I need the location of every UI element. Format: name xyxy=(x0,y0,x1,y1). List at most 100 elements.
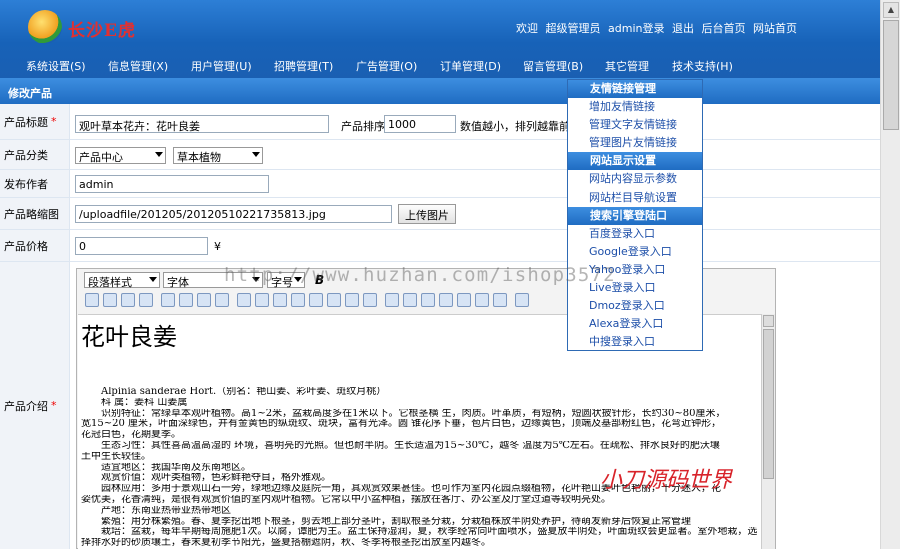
content-line: 生态习性：其性喜高温高湿的 环境，喜明亮的光照。但也耐半阴。生长适温为15~30… xyxy=(101,440,720,451)
main-nav: 系统设置(S) 信息管理(X) 用户管理(U) 招聘管理(T) 广告管理(O) … xyxy=(0,55,880,77)
title-input[interactable]: 观叶草本花卉：花叶良姜 xyxy=(75,115,329,133)
map-icon[interactable] xyxy=(385,293,399,307)
nav-ad-management[interactable]: 广告管理(O) xyxy=(356,58,417,74)
menu-item-zhongsou[interactable]: 中搜登录入口 xyxy=(568,333,702,351)
content-line: 栽培：盆栽，每年早期每周施肥1次。以腐，谭肥为主。盆土保持湿润，夏，秋季经常向叶… xyxy=(101,527,758,538)
unlink-icon[interactable] xyxy=(327,293,341,307)
price-label: 产品价格 xyxy=(0,230,70,261)
upload-image-button[interactable]: 上传图片 xyxy=(398,204,456,224)
content-line: 宽15~20 厘米，叶面深绿色，并有金黄色的纵斑纹、斑块，富有光泽。圆 锥花序下… xyxy=(81,419,722,430)
menu-item-baidu[interactable]: 百度登录入口 xyxy=(568,225,702,243)
content-line: 择排水好的砂质壤土，春末夏初季节阳光，盛夏搭棚遮阴，秋、冬季将根茎挖出放室内越冬… xyxy=(81,538,491,549)
nav-tech-support[interactable]: 技术支持(H) xyxy=(672,58,733,74)
chevron-down-icon xyxy=(252,152,260,157)
nav-message-management[interactable]: 留言管理(B) xyxy=(523,58,583,74)
special-char-icon[interactable] xyxy=(403,293,417,307)
content-line: 识别特征：常绿草本观叶植物。高1~2米，盆栽高度多在1米以下。它根茎横 生，肉质… xyxy=(101,408,726,419)
category-label: 产品分类 xyxy=(0,140,70,169)
form-row-title: 产品标题 * 观叶草本花卉：花叶良姜 产品排序 1000 数值越小，排列越靠前 xyxy=(0,104,880,140)
menu-header-search-engines: 搜索引擎登陆口 xyxy=(568,206,702,225)
category-sub-select[interactable]: 草本植物 xyxy=(173,147,263,164)
excel-icon[interactable] xyxy=(439,293,453,307)
content-line: 科 属：姜科 山姜属 xyxy=(101,397,188,408)
table-icon[interactable] xyxy=(237,293,251,307)
menu-item-alexa[interactable]: Alexa登录入口 xyxy=(568,315,702,333)
grid-icon[interactable] xyxy=(493,293,507,307)
menu-item-add-friend-link[interactable]: 增加友情链接 xyxy=(568,98,702,116)
menu-item-nav-settings[interactable]: 网站栏目导航设置 xyxy=(568,189,702,207)
author-label: 发布作者 xyxy=(0,170,70,197)
menu-item-image-links[interactable]: 管理图片友情链接 xyxy=(568,134,702,152)
other-management-menu: 友情链接管理 增加友情链接 管理文字友情链接 管理图片友情链接 网站显示设置 网… xyxy=(567,79,703,351)
author-input[interactable]: admin xyxy=(75,175,269,193)
menu-item-content-params[interactable]: 网站内容显示参数 xyxy=(568,170,702,188)
media-icon[interactable] xyxy=(121,293,135,307)
site-home-link[interactable]: 网站首页 xyxy=(753,22,797,35)
title-label: 产品标题 * xyxy=(0,104,70,139)
logo: 长沙E虎 xyxy=(28,10,158,44)
price-input[interactable]: 0 xyxy=(75,237,208,255)
section-title: 修改产品 xyxy=(0,78,880,104)
editor-scrollbar[interactable] xyxy=(761,314,775,549)
thumbnail-label: 产品略缩图 xyxy=(0,198,70,229)
category-main-select[interactable]: 产品中心 xyxy=(75,147,166,164)
scroll-thumb[interactable] xyxy=(883,20,899,130)
logout-link[interactable]: 退出 xyxy=(672,22,694,35)
user-login-text: admin登录 xyxy=(608,22,665,35)
editor-scroll-thumb[interactable] xyxy=(763,329,774,479)
time-icon[interactable] xyxy=(475,293,489,307)
price-unit: ¥ xyxy=(214,240,221,253)
chevron-down-icon xyxy=(155,152,163,157)
form-row-thumbnail: 产品略缩图 /uploadfile/201205/201205102217358… xyxy=(0,198,880,230)
chevron-down-icon xyxy=(149,277,157,282)
role-link[interactable]: 超级管理员 xyxy=(546,22,601,35)
nav-order-management[interactable]: 订单管理(D) xyxy=(440,58,501,74)
layer-icon[interactable] xyxy=(255,293,269,307)
content-line: 产地：东南亚热带亚热带地区 xyxy=(101,505,231,516)
thumbnail-path-input[interactable]: /uploadfile/201205/20120510221735813.jpg xyxy=(75,205,392,223)
nav-user-management[interactable]: 用户管理(U) xyxy=(191,58,252,74)
nav-recruit-management[interactable]: 招聘管理(T) xyxy=(274,58,333,74)
menu-item-dmoz[interactable]: Dmoz登录入口 xyxy=(568,297,702,315)
globe-icon[interactable] xyxy=(345,293,359,307)
marquee-icon[interactable] xyxy=(291,293,305,307)
date-icon[interactable] xyxy=(457,293,471,307)
nav-system-settings[interactable]: 系统设置(S) xyxy=(26,58,86,74)
nav-other-management[interactable]: 其它管理 xyxy=(605,58,649,74)
save-icon[interactable] xyxy=(515,293,529,307)
paragraph-style-select[interactable]: 段落样式 xyxy=(84,272,160,289)
menu-item-google[interactable]: Google登录入口 xyxy=(568,243,702,261)
content-line: 土中生长较佳。 xyxy=(81,451,151,462)
content-heading: 花叶良姜 xyxy=(81,323,177,351)
required-mark: * xyxy=(51,115,57,128)
nav-info-management[interactable]: 信息管理(X) xyxy=(108,58,168,74)
scroll-up-icon[interactable]: ▲ xyxy=(883,2,899,18)
form-row-author: 发布作者 admin xyxy=(0,170,880,198)
menu-item-text-links[interactable]: 管理文字友情链接 xyxy=(568,116,702,134)
logo-emblem-icon xyxy=(28,10,62,44)
paste-icon[interactable] xyxy=(179,293,193,307)
intro-label: 产品介绍 * xyxy=(0,262,70,549)
image-icon[interactable] xyxy=(85,293,99,307)
copy-icon[interactable] xyxy=(161,293,175,307)
content-line: 花冠白色，花期夏季。 xyxy=(81,430,181,441)
brand-watermark: 小刀源码世界 xyxy=(600,468,733,493)
form-row-category: 产品分类 产品中心 草本植物 xyxy=(0,140,880,170)
paste-word-icon[interactable] xyxy=(215,293,229,307)
top-links: 欢迎 超级管理员 admin登录 退出 后台首页 网站首页 xyxy=(516,20,801,36)
required-mark: * xyxy=(51,399,57,412)
logo-text: 长沙E虎 xyxy=(68,21,136,41)
attachment-icon[interactable] xyxy=(139,293,153,307)
page-scrollbar[interactable]: ▲ xyxy=(880,0,900,549)
emoticon-icon[interactable] xyxy=(421,293,435,307)
paste-text-icon[interactable] xyxy=(197,293,211,307)
header-bar: 长沙E虎 欢迎 超级管理员 admin登录 退出 后台首页 网站首页 系统设置(… xyxy=(0,0,880,78)
welcome-text: 欢迎 xyxy=(516,22,538,35)
horizontal-rule-icon[interactable] xyxy=(273,293,287,307)
link-icon[interactable] xyxy=(309,293,323,307)
scroll-up-icon[interactable] xyxy=(763,315,774,327)
order-input[interactable]: 1000 xyxy=(384,115,456,133)
anchor-icon[interactable] xyxy=(363,293,377,307)
flash-icon[interactable] xyxy=(103,293,117,307)
admin-home-link[interactable]: 后台首页 xyxy=(701,22,745,35)
